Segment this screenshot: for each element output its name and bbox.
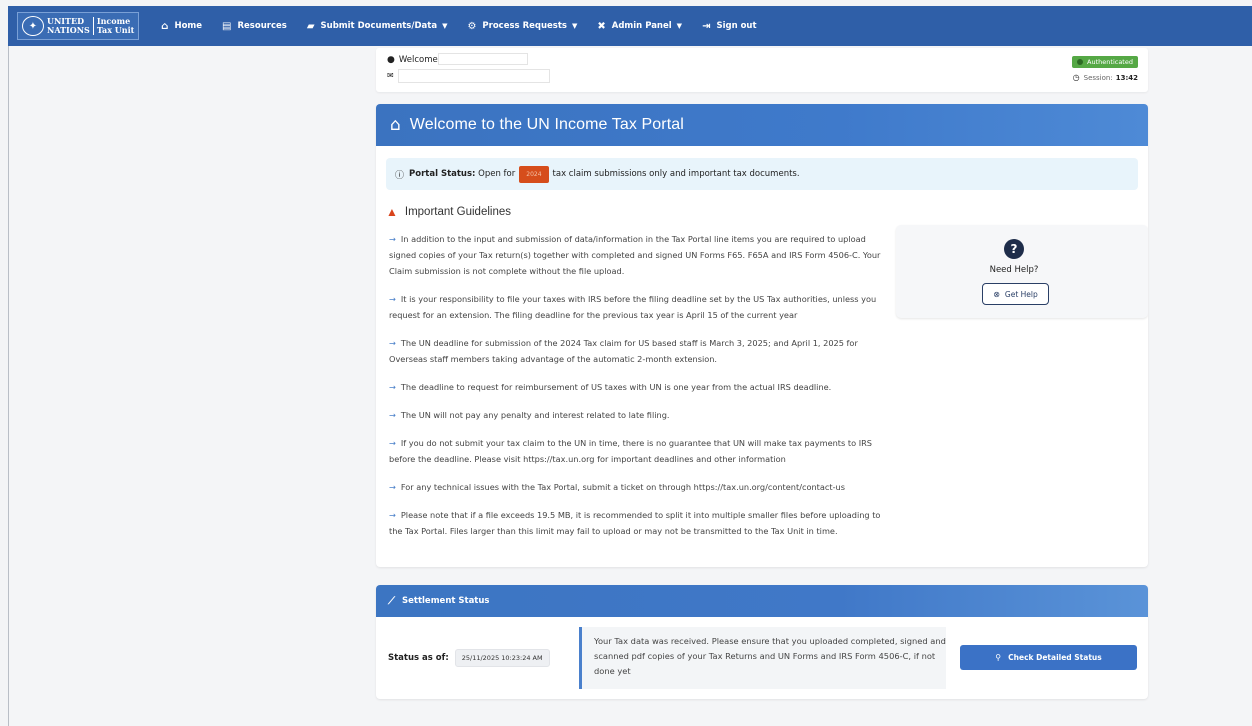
folder-icon: ▰ [306, 20, 315, 32]
year-badge: 2024 [519, 165, 549, 183]
status-as-of: Status as of: 25/11/2025 10:23:24 AM [388, 649, 550, 667]
nav-sign-out[interactable]: ⇥ Sign out [702, 21, 756, 32]
guidelines-list: → In addition to the input and submission… [389, 231, 885, 551]
help-panel: ? Need Help? ⊗ Get Help [896, 225, 1148, 318]
get-help-button[interactable]: ⊗ Get Help [982, 283, 1049, 305]
session-timer: ◷ Session: 13:42 [1072, 73, 1138, 82]
tools-icon: ✖ [597, 20, 606, 32]
nav-process-requests[interactable]: ⚙ Process Requests ▼ [467, 21, 577, 32]
arrow-right-icon: → [389, 234, 396, 244]
check-circle-icon [1077, 59, 1084, 65]
lifebuoy-icon: ⊗ [993, 289, 1000, 299]
guideline-item: → Please note that if a file exceeds 19.5… [389, 510, 881, 536]
nav-submit-documents[interactable]: ▰ Submit Documents/Data ▼ [307, 21, 448, 32]
guideline-item: → For any technical issues with the Tax P… [389, 482, 846, 492]
guideline-item: → It is your responsibility to file your … [389, 294, 877, 320]
page-title: Welcome to the UN Income Tax Portal [409, 116, 684, 133]
check-detailed-status-button[interactable]: ⚲ Check Detailed Status [960, 645, 1137, 670]
guidelines-heading: ▲ Important Guidelines [386, 205, 512, 219]
arrow-right-icon: → [389, 382, 396, 392]
guideline-item: → The UN deadline for submission of the 2… [389, 338, 858, 364]
welcome-card: ⌂ Welcome to the UN Income Tax Portal ⓘ … [376, 104, 1148, 567]
chevron-down-icon: ▼ [571, 22, 578, 30]
user-icon: ● [387, 55, 395, 65]
redacted-name [438, 53, 528, 65]
info-icon: ⓘ [395, 170, 405, 181]
home-icon: ⌂ [161, 20, 169, 32]
clock-icon: ◷ [1072, 73, 1080, 82]
top-navbar: ✦ UNITED NATIONS Income Tax Unit ⌂ Home … [8, 6, 1252, 46]
logo-text-line4: Tax Unit [96, 25, 135, 35]
arrow-right-icon: → [389, 510, 396, 520]
portal-status-alert: ⓘ Portal Status: Open for 2024 tax claim… [386, 158, 1138, 190]
arrow-right-icon: → [389, 438, 396, 448]
chevron-down-icon: ▼ [442, 22, 448, 30]
envelope-icon: ✉ [387, 71, 394, 80]
nav-home[interactable]: ⌂ Home [161, 21, 202, 32]
help-title: Need Help? [989, 265, 1039, 275]
arrow-right-icon: → [389, 482, 396, 492]
chart-line-icon: ⟋ [388, 595, 395, 607]
un-logo[interactable]: ✦ UNITED NATIONS Income Tax Unit [17, 12, 140, 40]
home-icon: ⌂ [390, 115, 401, 135]
signout-icon: ⇥ [702, 20, 711, 32]
logo-text-line2: NATIONS [47, 25, 90, 35]
guideline-item: → The deadline to request for reimburseme… [389, 382, 832, 392]
un-emblem-icon: ✦ [22, 16, 44, 36]
redacted-email [398, 69, 550, 83]
chevron-down-icon: ▼ [676, 22, 683, 30]
arrow-right-icon: → [389, 338, 396, 348]
guideline-item: → If you do not submit your tax claim to … [389, 438, 873, 464]
document-icon: ▤ [222, 20, 232, 32]
authenticated-badge: Authenticated [1072, 56, 1138, 68]
welcome-card-header: ⌂ Welcome to the UN Income Tax Portal [376, 104, 1148, 146]
nav-admin-panel[interactable]: ✖ Admin Panel ▼ [597, 21, 682, 32]
guideline-item: → The UN will not pay any penalty and int… [389, 410, 670, 420]
search-icon: ⚲ [995, 653, 1002, 662]
question-circle-icon: ? [1004, 239, 1024, 259]
settlement-status-card: ⟋ Settlement Status Status as of: 25/11/… [376, 585, 1148, 699]
status-date: 25/11/2025 10:23:24 AM [454, 649, 550, 667]
nav-resources[interactable]: ▤ Resources [222, 21, 287, 32]
settlement-message: Your Tax data was received. Please ensur… [579, 627, 946, 689]
settlement-header: ⟋ Settlement Status [376, 585, 1148, 617]
warning-icon: ▲ [386, 205, 398, 219]
user-info-card: ● Welcome, N ✉ m Authenticated ◷ Session… [376, 48, 1148, 92]
guideline-item: → In addition to the input and submission… [389, 234, 881, 276]
session-time: 13:42 [1115, 73, 1138, 82]
arrow-right-icon: → [389, 294, 396, 304]
arrow-right-icon: → [389, 410, 396, 420]
process-icon: ⚙ [467, 20, 477, 32]
portal-status-label: Portal Status: [409, 169, 476, 179]
